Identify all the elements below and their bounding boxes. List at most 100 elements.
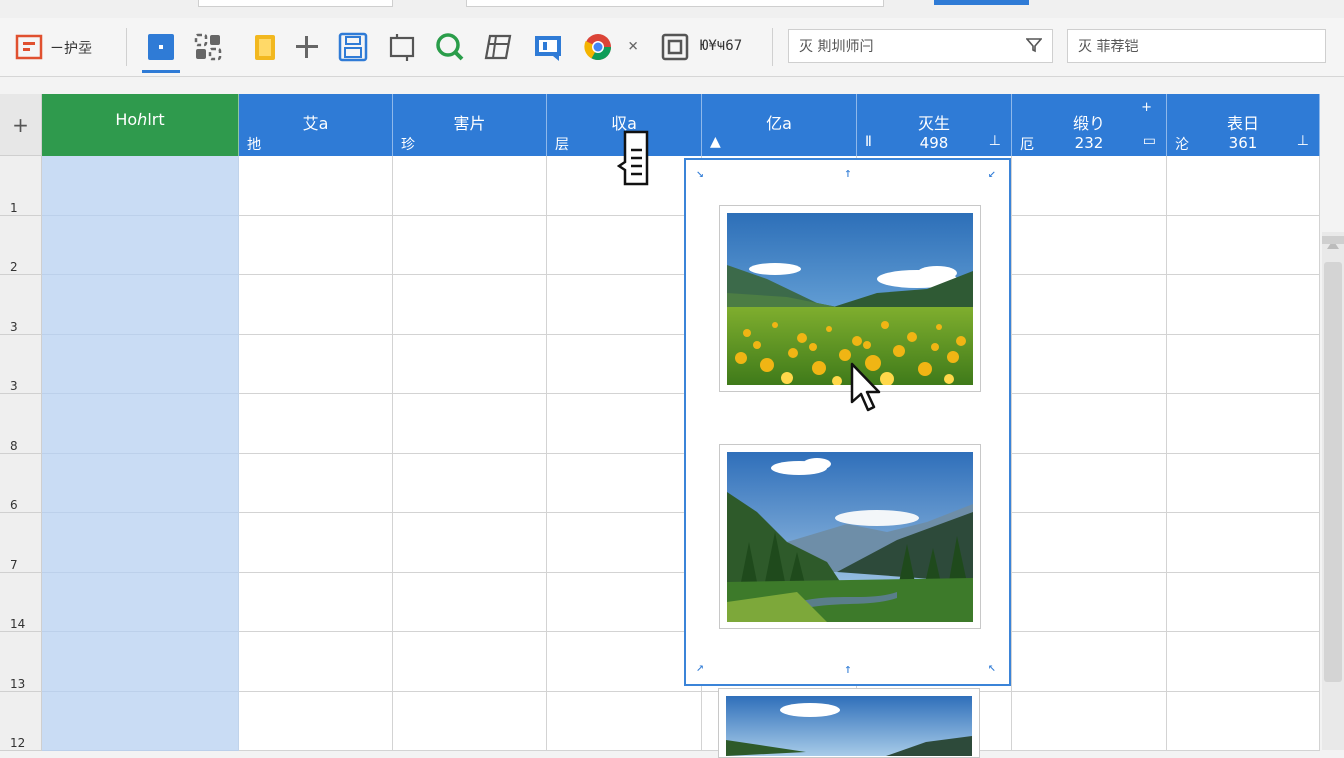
resize-handle-icon[interactable]: ↑ (844, 166, 852, 181)
grid-cell[interactable] (1167, 513, 1320, 573)
grid-cell[interactable] (393, 691, 547, 751)
scrollbar-thumb[interactable] (1324, 262, 1342, 682)
top-field-2[interactable] (466, 0, 884, 7)
grid-cell[interactable] (239, 156, 393, 216)
selected-cell[interactable] (42, 215, 239, 275)
chrome-icon[interactable] (583, 32, 613, 62)
vertical-scrollbar[interactable] (1322, 232, 1344, 750)
column-header[interactable]: 艾a 扡 (239, 94, 393, 156)
column-header[interactable]: 亿a ▲ (702, 94, 857, 156)
resize-handle-icon[interactable]: ↗ (696, 660, 704, 675)
grid-cell[interactable] (239, 572, 393, 632)
photo-thumbnail[interactable] (719, 444, 981, 629)
save-icon[interactable] (338, 32, 368, 62)
frame-icon[interactable] (660, 32, 690, 62)
grid-cell[interactable] (393, 334, 547, 394)
grid-cell[interactable] (1167, 275, 1320, 335)
search-icon[interactable] (435, 32, 465, 62)
row-header[interactable]: 2 (0, 215, 42, 275)
grid-cell[interactable] (1012, 275, 1167, 335)
plus-icon[interactable] (292, 32, 322, 62)
column-sort-icon[interactable]: ⊥ (989, 133, 1001, 149)
grid-cell[interactable] (1012, 394, 1167, 454)
grid-cell[interactable] (1167, 632, 1320, 692)
grid-cell[interactable] (393, 275, 547, 335)
grid-cell[interactable] (239, 394, 393, 454)
row-header[interactable]: 14 (0, 572, 42, 632)
table-icon[interactable] (484, 32, 514, 62)
grid-cell[interactable] (239, 691, 393, 751)
grid-cell[interactable] (393, 394, 547, 454)
resize-handle-icon[interactable]: ↑ (844, 662, 852, 677)
grid-cell[interactable] (1167, 334, 1320, 394)
selected-cell[interactable] (42, 632, 239, 692)
grid-cell[interactable] (1012, 156, 1167, 216)
image-picker-panel[interactable]: ↘ ↑ ↙ ↗ ↑ ↖ (684, 158, 1011, 686)
grid-cell[interactable] (393, 453, 547, 513)
square-select-icon[interactable] (146, 32, 176, 62)
grid-cell[interactable] (1012, 334, 1167, 394)
grid-cell[interactable] (393, 215, 547, 275)
selected-cell[interactable] (42, 334, 239, 394)
row-header[interactable]: 13 (0, 632, 42, 692)
grid-cell[interactable] (1167, 572, 1320, 632)
selected-cell[interactable] (42, 156, 239, 216)
row-header[interactable]: 6 (0, 453, 42, 513)
column-add-icon[interactable]: + (1141, 100, 1152, 115)
select-all-corner[interactable]: + (0, 94, 42, 156)
column-menu-icon[interactable]: ▭ (1143, 133, 1156, 149)
grid-cell[interactable] (547, 334, 702, 394)
clipboard-icon[interactable] (250, 32, 280, 62)
column-header[interactable]: Hoℎlrt (42, 94, 239, 156)
grid-cell[interactable] (239, 453, 393, 513)
grid-cell[interactable] (1167, 691, 1320, 751)
resize-handle-icon[interactable]: ↖ (988, 660, 996, 675)
grid-cell[interactable] (1012, 513, 1167, 573)
grid-cell[interactable] (1167, 453, 1320, 513)
grid-cell[interactable] (1167, 394, 1320, 454)
grid-cell[interactable] (547, 572, 702, 632)
grid-cell[interactable] (239, 632, 393, 692)
grid-cell[interactable] (1012, 632, 1167, 692)
selected-cell[interactable] (42, 572, 239, 632)
grid-cell[interactable] (1012, 453, 1167, 513)
grid-cell[interactable] (1012, 215, 1167, 275)
row-header[interactable]: 3 (0, 275, 42, 335)
row-header[interactable]: 12 (0, 691, 42, 751)
row-header[interactable]: 8 (0, 394, 42, 454)
grid-icon[interactable] (193, 32, 223, 62)
selected-cell[interactable] (42, 275, 239, 335)
column-sort-icon[interactable]: ⊥ (1297, 133, 1309, 149)
grid-cell[interactable] (1167, 156, 1320, 216)
selected-cell[interactable] (42, 513, 239, 573)
close-icon[interactable]: × (628, 36, 638, 56)
column-header[interactable]: 表日 沦 361 ⊥ (1167, 94, 1320, 156)
grid-cell[interactable] (547, 632, 702, 692)
top-field-1[interactable] (198, 0, 393, 7)
grid-cell[interactable] (547, 215, 702, 275)
grid-cell[interactable] (239, 513, 393, 573)
column-header[interactable]: 灭生 Ⅱ 498 ⊥ (857, 94, 1012, 156)
funnel-icon[interactable] (1025, 37, 1043, 57)
grid-cell[interactable] (393, 572, 547, 632)
column-header[interactable]: 害片 珍 (393, 94, 547, 156)
grid-cell[interactable] (393, 632, 547, 692)
grid-cell[interactable] (393, 513, 547, 573)
grid-cell[interactable] (547, 453, 702, 513)
row-header[interactable]: 7 (0, 513, 42, 573)
grid-cell[interactable] (1012, 691, 1167, 751)
grid-cell[interactable] (547, 275, 702, 335)
search-input[interactable]: 灭 菲荐铠 (1067, 29, 1326, 63)
grid-cell[interactable] (239, 215, 393, 275)
app-logo-icon[interactable] (14, 32, 44, 62)
image-icon[interactable] (533, 32, 563, 62)
grid-cell[interactable] (239, 275, 393, 335)
column-header[interactable]: 缎り + 厄 232 ▭ (1012, 94, 1167, 156)
grid-cell[interactable] (393, 156, 547, 216)
grid-cell[interactable] (547, 691, 702, 751)
grid-cell[interactable] (1012, 572, 1167, 632)
photo-thumbnail[interactable] (718, 688, 980, 758)
selected-cell[interactable] (42, 691, 239, 751)
top-active-indicator[interactable] (934, 0, 1029, 5)
grid-cell[interactable] (547, 394, 702, 454)
